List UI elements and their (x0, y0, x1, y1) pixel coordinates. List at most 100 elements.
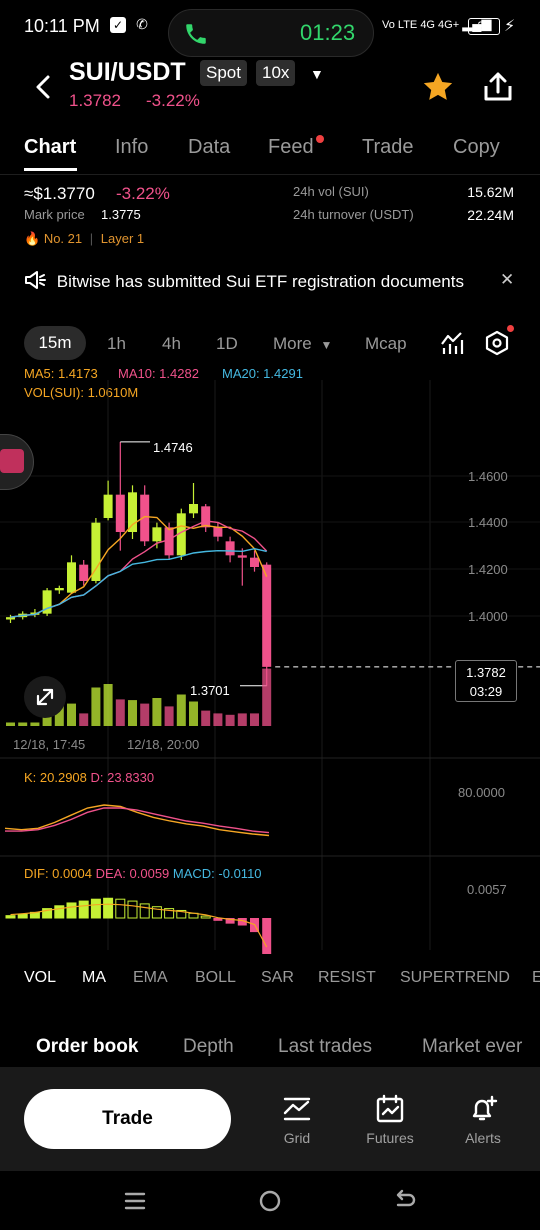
volume-bar (103, 684, 113, 726)
macd-bar (17, 913, 28, 919)
home-icon[interactable] (258, 1189, 282, 1213)
back-nav-icon[interactable] (394, 1189, 418, 1213)
interval-4h[interactable]: 4h (162, 334, 181, 354)
volume-bar (30, 722, 40, 726)
tab-info[interactable]: Info (115, 136, 148, 159)
volume-bar (128, 700, 137, 726)
macd-bar (103, 897, 114, 919)
megaphone-icon (25, 271, 46, 289)
category-text: Layer 1 (100, 231, 145, 246)
header-price: 1.3782 (69, 91, 121, 110)
pair-title[interactable]: SUI/USDT (69, 58, 186, 87)
macd-bar (78, 900, 89, 919)
candle-body (250, 557, 259, 567)
macd-bar (200, 915, 211, 919)
volume-bar (18, 722, 28, 726)
low-price-label: 1.3701 (190, 683, 230, 698)
interval-15m[interactable]: 15m (24, 326, 86, 360)
indicator-ma[interactable]: MA (82, 969, 106, 987)
call-timer: 01:23 (300, 20, 356, 45)
volume-bar (67, 703, 76, 726)
candle-body (54, 588, 64, 591)
rank-text: No. 21 (43, 231, 83, 246)
pair-dropdown-icon[interactable]: ▼ (310, 66, 324, 82)
leverage-chip: 10x (256, 60, 296, 86)
vol-label: 24h vol (SUI) (293, 184, 369, 199)
tab-order-book[interactable]: Order book (36, 1036, 138, 1058)
interval-1d[interactable]: 1D (216, 334, 238, 354)
news-close-icon[interactable]: ✕ (500, 270, 514, 290)
volume-bar (91, 687, 101, 726)
summary-price: ≈$1.3770 (24, 184, 95, 203)
indicator-settings-icon[interactable] (440, 330, 464, 361)
mark-price-value: 1.3775 (101, 207, 141, 222)
volume-bar (140, 703, 150, 726)
fire-icon: 🔥 (24, 231, 41, 246)
last-price-tag[interactable]: 1.3782 03:29 (455, 660, 517, 702)
interval-1h[interactable]: 1h (107, 334, 126, 354)
trade-button[interactable]: Trade (24, 1089, 231, 1149)
tab-data[interactable]: Data (188, 136, 230, 159)
candle-body (164, 527, 174, 556)
recent-apps-icon[interactable] (124, 1190, 146, 1212)
phone-call-icon (186, 24, 206, 44)
settings-notification-dot (507, 325, 514, 332)
tab-market-events[interactable]: Market ever (422, 1036, 540, 1058)
volume-bar (152, 698, 162, 726)
x-tick-label: 12/18, 20:00 (127, 737, 200, 752)
vpn-icon: ✓ (110, 17, 126, 33)
chart-settings-icon[interactable] (484, 330, 510, 361)
mcap-toggle[interactable]: Mcap (365, 334, 407, 354)
futures-button[interactable]: Futures (350, 1094, 430, 1146)
grid-button[interactable]: Grid (257, 1094, 337, 1146)
rank-row[interactable]: 🔥 No. 21 | Layer 1 (24, 231, 144, 247)
alerts-label: Alerts (465, 1130, 501, 1146)
candle-body (6, 617, 15, 620)
indicator-supertrend[interactable]: SUPERTREND (400, 969, 510, 987)
tab-feed[interactable]: Feed (268, 136, 314, 159)
indicator-more[interactable]: E (532, 969, 540, 987)
macd-bar (139, 903, 150, 919)
macd-legend: DIF: 0.0004 DEA: 0.0059 MACD: -0.0110 (24, 866, 262, 881)
volume-bar (225, 714, 235, 726)
news-banner[interactable]: Bitwise has submitted Sui ETF registrati… (24, 270, 464, 292)
candle-body (262, 564, 272, 667)
indicator-vol[interactable]: VOL (24, 969, 56, 987)
tabs-divider (0, 174, 540, 175)
candle-body (189, 504, 198, 514)
back-button[interactable] (30, 72, 56, 102)
tab-trade[interactable]: Trade (362, 136, 414, 159)
macd-bar (115, 898, 126, 919)
favorite-star-icon[interactable] (421, 70, 455, 109)
share-icon[interactable] (482, 70, 514, 109)
futures-label: Futures (366, 1130, 414, 1146)
tab-chart[interactable]: Chart (24, 136, 76, 159)
interval-more[interactable]: More ▼ (273, 334, 332, 354)
indicator-resist[interactable]: RESIST (318, 969, 376, 987)
indicator-ema[interactable]: EMA (133, 969, 168, 987)
chevron-down-icon: ▼ (320, 338, 333, 352)
tab-last-trades[interactable]: Last trades (278, 1036, 372, 1058)
alerts-button[interactable]: Alerts (443, 1094, 523, 1146)
tab-copy[interactable]: Copy (453, 136, 500, 159)
kdj-k: K: 20.2908 (24, 770, 87, 785)
volume-bar (176, 694, 186, 726)
bot-icon (0, 449, 24, 473)
kdj-d: D: 23.8330 (90, 770, 155, 785)
volume-bar (6, 722, 15, 726)
interval-more-label: More (273, 334, 312, 353)
futures-icon (376, 1094, 404, 1123)
news-text: Bitwise has submitted Sui ETF registrati… (56, 272, 464, 291)
ma5-legend: MA5: 1.4173 (24, 366, 98, 381)
macd-dea: DEA: 0.0059 (95, 866, 170, 881)
indicator-boll[interactable]: BOLL (195, 969, 236, 987)
fullscreen-button[interactable] (24, 676, 66, 718)
phone-small-icon: ✆ (136, 16, 148, 32)
macd-value: MACD: -0.0110 (172, 866, 262, 881)
macd-bar (66, 902, 77, 919)
indicator-sar[interactable]: SAR (261, 969, 294, 987)
y-tick-label: 1.4200 (468, 562, 508, 577)
y-tick-label: 1.4600 (468, 469, 508, 484)
tab-depth[interactable]: Depth (183, 1036, 234, 1058)
macd-dif: DIF: 0.0004 (24, 866, 92, 881)
